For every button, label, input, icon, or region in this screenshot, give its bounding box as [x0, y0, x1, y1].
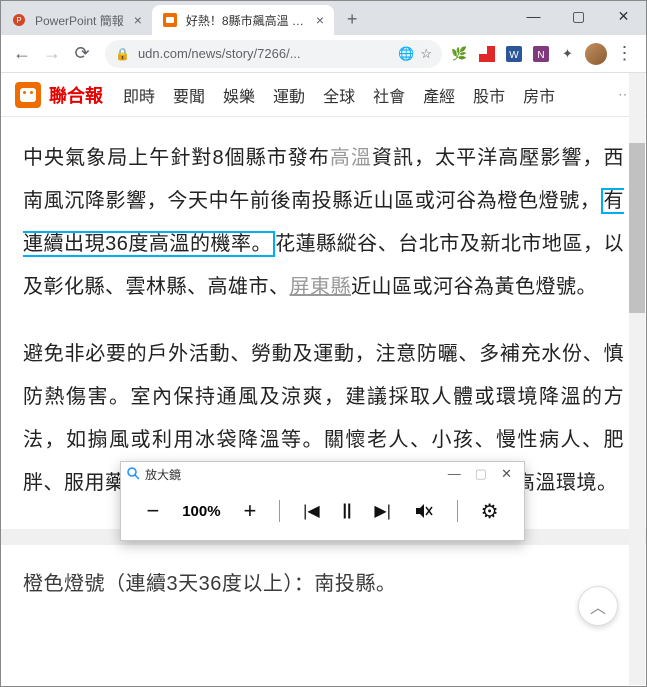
link-pingtung[interactable]: 屏東縣 — [290, 276, 352, 298]
link-high-temp[interactable]: 高溫 — [330, 147, 372, 169]
svg-text:P: P — [16, 16, 21, 25]
window-minimize-button[interactable]: — — [511, 1, 556, 31]
svg-text:W: W — [509, 50, 519, 61]
powerpoint-icon: P — [11, 12, 27, 28]
browser-toolbar: ← → ⟳ 🔒 udn.com/news/story/7266/... 🌐 ☆ … — [1, 35, 646, 73]
browser-tab-2[interactable]: 好熱！8縣市飆高溫 午後大 × — [152, 5, 334, 35]
tab-title: 好熱！8縣市飆高溫 午後大 — [186, 12, 306, 29]
url-text: udn.com/news/story/7266/... — [138, 46, 398, 61]
udn-icon — [162, 12, 178, 28]
forward-button[interactable]: → — [37, 39, 67, 69]
scrollbar-thumb[interactable] — [629, 143, 645, 313]
mag-close-button[interactable]: ✕ — [501, 466, 512, 482]
magnifier-window[interactable]: 放大鏡 — ▢ ✕ − 100% + |◀ || ▶| ⚙ — [120, 461, 525, 541]
word-icon[interactable]: W — [504, 44, 523, 63]
article-paragraph-1: 中央氣象局上午針對8個縣市發布高溫資訊，太平洋高壓影響，西南風沉降影響，今天中午… — [23, 137, 624, 309]
settings-button[interactable]: ⚙ — [481, 499, 499, 524]
mag-maximize-button[interactable]: ▢ — [475, 466, 487, 482]
flipboard-icon[interactable] — [477, 44, 496, 63]
evernote-icon[interactable]: 🌿 — [450, 44, 469, 63]
onenote-icon[interactable]: N — [531, 44, 550, 63]
magnifier-title: 放大鏡 — [145, 466, 181, 483]
browser-tab-1[interactable]: P PowerPoint 簡報 × — [1, 5, 152, 35]
read-next-button[interactable]: ▶| — [374, 501, 390, 521]
svg-text:N: N — [537, 50, 544, 61]
zoom-in-button[interactable]: + — [244, 498, 257, 524]
extensions-area: 🌿 W N ✦ ⋮ — [450, 43, 640, 65]
nav-item-global[interactable]: 全球 — [323, 83, 355, 107]
nav-item-entertainment[interactable]: 娛樂 — [223, 83, 255, 107]
window-close-button[interactable]: ✕ — [601, 1, 646, 31]
lock-icon: 🔒 — [115, 47, 130, 61]
vertical-scrollbar[interactable] — [629, 73, 645, 685]
nav-item-sports[interactable]: 運動 — [273, 83, 305, 107]
article-paragraph-3: 橙色燈號（連續3天36度以上）：南投縣。 — [23, 563, 624, 606]
nav-item-instant[interactable]: 即時 — [123, 83, 155, 107]
scroll-to-top-button[interactable]: ︿ — [578, 586, 618, 626]
read-previous-button[interactable]: |◀ — [303, 501, 319, 521]
separator — [279, 500, 280, 522]
user-avatar[interactable] — [585, 43, 607, 65]
nav-item-business[interactable]: 產經 — [423, 83, 455, 107]
reload-button[interactable]: ⟳ — [67, 39, 97, 69]
nav-item-headlines[interactable]: 要聞 — [173, 83, 205, 107]
site-navigation: 聯合報 即時 要聞 娛樂 運動 全球 社會 產經 股市 房市 ⋯ — [1, 73, 646, 117]
site-logo[interactable]: 聯合報 — [15, 82, 103, 108]
extensions-puzzle-icon[interactable]: ✦ — [558, 44, 577, 63]
new-tab-button[interactable]: + — [338, 5, 366, 33]
zoom-out-button[interactable]: − — [146, 498, 159, 524]
mute-button[interactable] — [414, 501, 434, 521]
nav-item-stocks[interactable]: 股市 — [473, 83, 505, 107]
separator — [457, 500, 458, 522]
close-icon[interactable]: × — [316, 12, 324, 28]
translate-icon[interactable]: 🌐 — [398, 46, 414, 62]
mag-minimize-button[interactable]: — — [448, 466, 461, 482]
magnifier-icon — [127, 467, 141, 481]
read-pause-button[interactable]: || — [343, 502, 352, 520]
browser-menu-button[interactable]: ⋮ — [615, 44, 634, 63]
back-button[interactable]: ← — [7, 39, 37, 69]
window-maximize-button[interactable]: ▢ — [556, 1, 601, 31]
site-name: 聯合報 — [49, 82, 103, 108]
zoom-level: 100% — [182, 503, 220, 520]
nav-item-realestate[interactable]: 房市 — [523, 83, 555, 107]
chevron-up-icon: ︿ — [590, 594, 606, 618]
star-icon[interactable]: ☆ — [420, 46, 432, 62]
nav-item-society[interactable]: 社會 — [373, 83, 405, 107]
tab-title: PowerPoint 簡報 — [35, 12, 124, 29]
address-bar[interactable]: 🔒 udn.com/news/story/7266/... 🌐 ☆ — [105, 40, 442, 68]
close-icon[interactable]: × — [134, 12, 142, 28]
